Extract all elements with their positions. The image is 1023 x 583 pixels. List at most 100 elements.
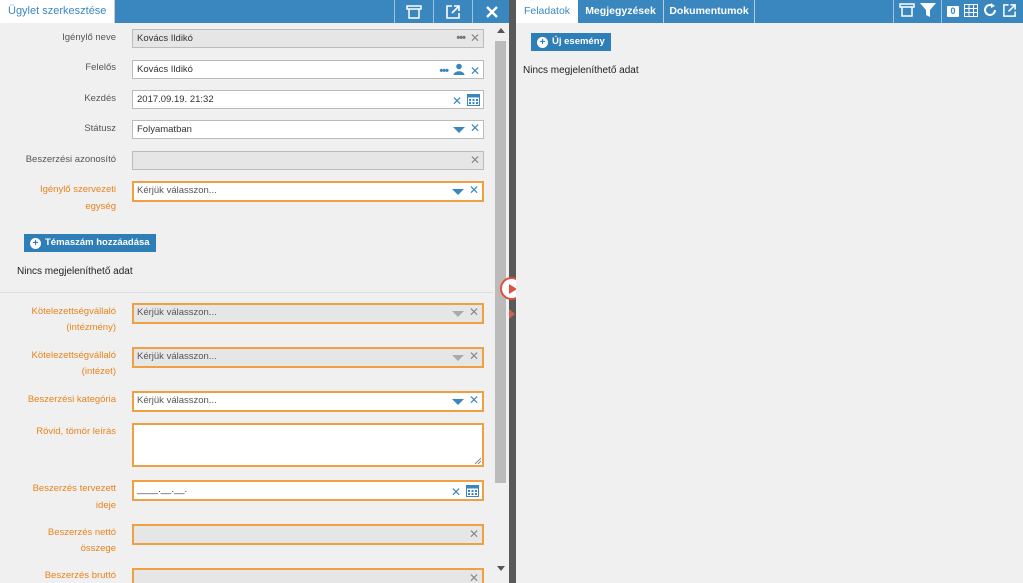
category-select[interactable]: Kérjük válasszon... ✕ [132, 391, 484, 412]
more-icon[interactable]: ••• [456, 32, 466, 44]
plus-circle-icon: + [30, 237, 41, 249]
planned-time-label-line1: Beszerzés tervezett [32, 483, 116, 494]
scroll-down-icon[interactable] [497, 566, 505, 571]
tab-notes[interactable]: Megjegyzések [578, 0, 664, 23]
clear-icon[interactable]: ✕ [469, 350, 479, 362]
clear-icon[interactable]: ✕ [470, 32, 480, 44]
obligor-institution-placeholder: Kérjük válasszon... [137, 307, 217, 318]
owner-value: Kovács Ildikó [137, 64, 193, 75]
toolbar-divider [394, 0, 395, 23]
org-unit-select[interactable]: Kérjük válasszon... ✕ [132, 181, 484, 202]
new-event-button[interactable]: + Új esemény [531, 33, 611, 51]
obligor-institute-placeholder: Kérjük válasszon... [137, 351, 217, 362]
resize-handle-icon[interactable] [474, 457, 481, 464]
section-divider [0, 292, 493, 293]
clear-icon[interactable]: ✕ [469, 528, 479, 540]
toolbar-divider [433, 0, 434, 23]
edit-form: Igénylő neve Kovács Ildikó ••• ✕ Felelős … [0, 23, 493, 583]
planned-time-field[interactable]: ____.__.__. ✕ [132, 480, 484, 501]
chevron-down-icon[interactable] [451, 188, 464, 195]
obligor-institute-label-line2: (intézet) [81, 366, 116, 377]
org-unit-label-line1: Igénylő szervezeti [39, 184, 116, 195]
calendar-icon[interactable] [467, 93, 480, 109]
status-select[interactable]: Folyamatban ✕ [132, 120, 484, 139]
edit-panel: Ügylet szerkesztése Igénylő neve Kovács … [0, 0, 509, 583]
more-icon[interactable]: ••• [439, 65, 449, 77]
procurement-id-field[interactable]: ✕ [132, 151, 484, 170]
net-amount-field[interactable]: ✕ [132, 524, 484, 545]
requester-value: Kovács Ildikó [137, 33, 193, 44]
org-unit-label-line2: egység [85, 201, 116, 212]
clear-icon[interactable]: ✕ [469, 184, 479, 196]
table-view-icon[interactable] [964, 3, 978, 20]
refresh-icon[interactable] [983, 3, 997, 20]
org-unit-placeholder: Kérjük válasszon... [137, 185, 217, 196]
obligor-institution-select[interactable]: Kérjük válasszon... ✕ [132, 303, 484, 324]
user-icon[interactable] [453, 63, 465, 78]
filter-icon[interactable] [920, 3, 936, 20]
scroll-up-icon[interactable] [497, 28, 505, 33]
clear-icon[interactable]: ✕ [469, 394, 479, 406]
new-event-button-label: Új esemény [552, 36, 605, 47]
tab-tasks[interactable]: Feladatok [516, 0, 578, 23]
side-panel-tabbar: Feladatok Megjegyzések Dokumentumok 0 [516, 0, 1023, 23]
obligor-institute-label-line1: Kötelezettségvállaló [31, 350, 117, 361]
add-topic-button-label: Témaszám hozzáadása [45, 237, 150, 248]
short-description-label: Rövid, tömör leírás [36, 426, 116, 437]
status-value: Folyamatban [137, 124, 192, 135]
archive-icon[interactable] [899, 3, 915, 20]
tab-documents[interactable]: Dokumentumok [664, 0, 755, 23]
clear-icon[interactable]: ✕ [470, 122, 480, 134]
toolbar-divider [941, 0, 942, 23]
clear-icon[interactable]: ✕ [452, 95, 462, 107]
short-description-textarea[interactable] [132, 423, 484, 467]
chevron-down-icon[interactable] [451, 354, 464, 361]
archive-icon[interactable] [405, 3, 423, 21]
topics-empty-message: Nincs megjeleníthető adat [17, 266, 133, 277]
chevron-down-icon[interactable] [452, 126, 465, 133]
requester-field[interactable]: Kovács Ildikó ••• ✕ [132, 29, 484, 48]
obligor-institute-select[interactable]: Kérjük válasszon... ✕ [132, 347, 484, 368]
clear-icon[interactable]: ✕ [469, 572, 479, 583]
open-external-icon[interactable] [1002, 3, 1017, 21]
tasks-empty-message: Nincs megjeleníthető adat [523, 65, 639, 76]
net-amount-label-line2: összege [80, 543, 116, 554]
edit-panel-header: Ügylet szerkesztése [0, 0, 509, 23]
add-topic-button[interactable]: + Témaszám hozzáadása [24, 234, 156, 252]
toolbar-divider [893, 0, 894, 23]
close-icon[interactable] [483, 3, 501, 21]
obligor-institution-label-line1: Kötelezettségvállaló [31, 306, 117, 317]
clear-icon[interactable]: ✕ [451, 486, 461, 498]
clear-icon[interactable]: ✕ [470, 65, 480, 77]
calendar-icon[interactable] [466, 484, 479, 500]
owner-label: Felelős [85, 62, 116, 73]
clear-icon[interactable]: ✕ [470, 154, 480, 166]
status-label: Státusz [84, 123, 116, 134]
scroll-thumb[interactable] [495, 41, 506, 483]
chevron-down-icon[interactable] [451, 310, 464, 317]
requester-label: Igénylő neve [62, 32, 116, 43]
toolbar-divider [472, 0, 473, 23]
chevron-down-icon[interactable] [451, 398, 464, 405]
tab-edit-deal[interactable]: Ügylet szerkesztése [0, 0, 116, 23]
category-label: Beszerzési kategória [27, 394, 116, 405]
count-badge[interactable]: 0 [947, 6, 959, 17]
side-panel: Feladatok Megjegyzések Dokumentumok 0 + … [516, 0, 1023, 583]
plus-circle-icon: + [537, 36, 548, 48]
start-datetime-field[interactable]: 2017.09.19. 21:32 ✕ [132, 90, 484, 109]
splitter-arrow-icon[interactable] [509, 309, 515, 319]
clear-icon[interactable]: ✕ [469, 306, 479, 318]
start-value: 2017.09.19. 21:32 [137, 94, 214, 105]
edit-panel-toolbar [394, 0, 501, 23]
planned-time-label-line2: ideje [95, 500, 116, 511]
category-placeholder: Kérjük válasszon... [137, 395, 217, 406]
form-scrollbar[interactable] [493, 23, 509, 583]
owner-field[interactable]: Kovács Ildikó ••• ✕ [132, 60, 484, 79]
open-external-icon[interactable] [444, 3, 462, 21]
planned-time-value: ____.__.__. [137, 484, 188, 495]
gross-amount-field[interactable]: ✕ [132, 568, 484, 583]
obligor-institution-label-line2: (intézmény) [66, 322, 116, 333]
gross-amount-label: Beszerzés bruttó [44, 570, 116, 581]
side-panel-toolbar: 0 [893, 0, 1017, 23]
procurement-id-label: Beszerzési azonosító [25, 154, 116, 165]
